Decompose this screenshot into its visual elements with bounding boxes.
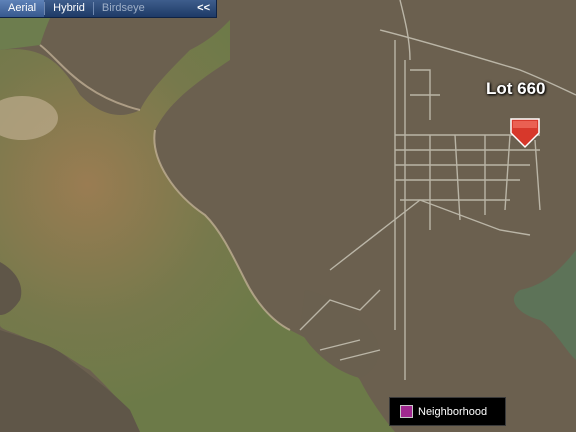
marker-label: Lot 660 [486, 79, 546, 98]
collapse-button[interactable]: << [191, 0, 216, 17]
tab-aerial[interactable]: Aerial [0, 0, 45, 17]
aerial-map[interactable] [0, 0, 576, 432]
map-view-tabs: Aerial Hybrid Birdseye << [0, 0, 217, 18]
tab-birdseye[interactable]: Birdseye [94, 0, 153, 17]
neighborhood-swatch-icon [400, 405, 413, 418]
map-legend: Neighborhood [389, 397, 506, 426]
tab-hybrid[interactable]: Hybrid [45, 0, 93, 17]
legend-label: Neighborhood [418, 405, 488, 418]
